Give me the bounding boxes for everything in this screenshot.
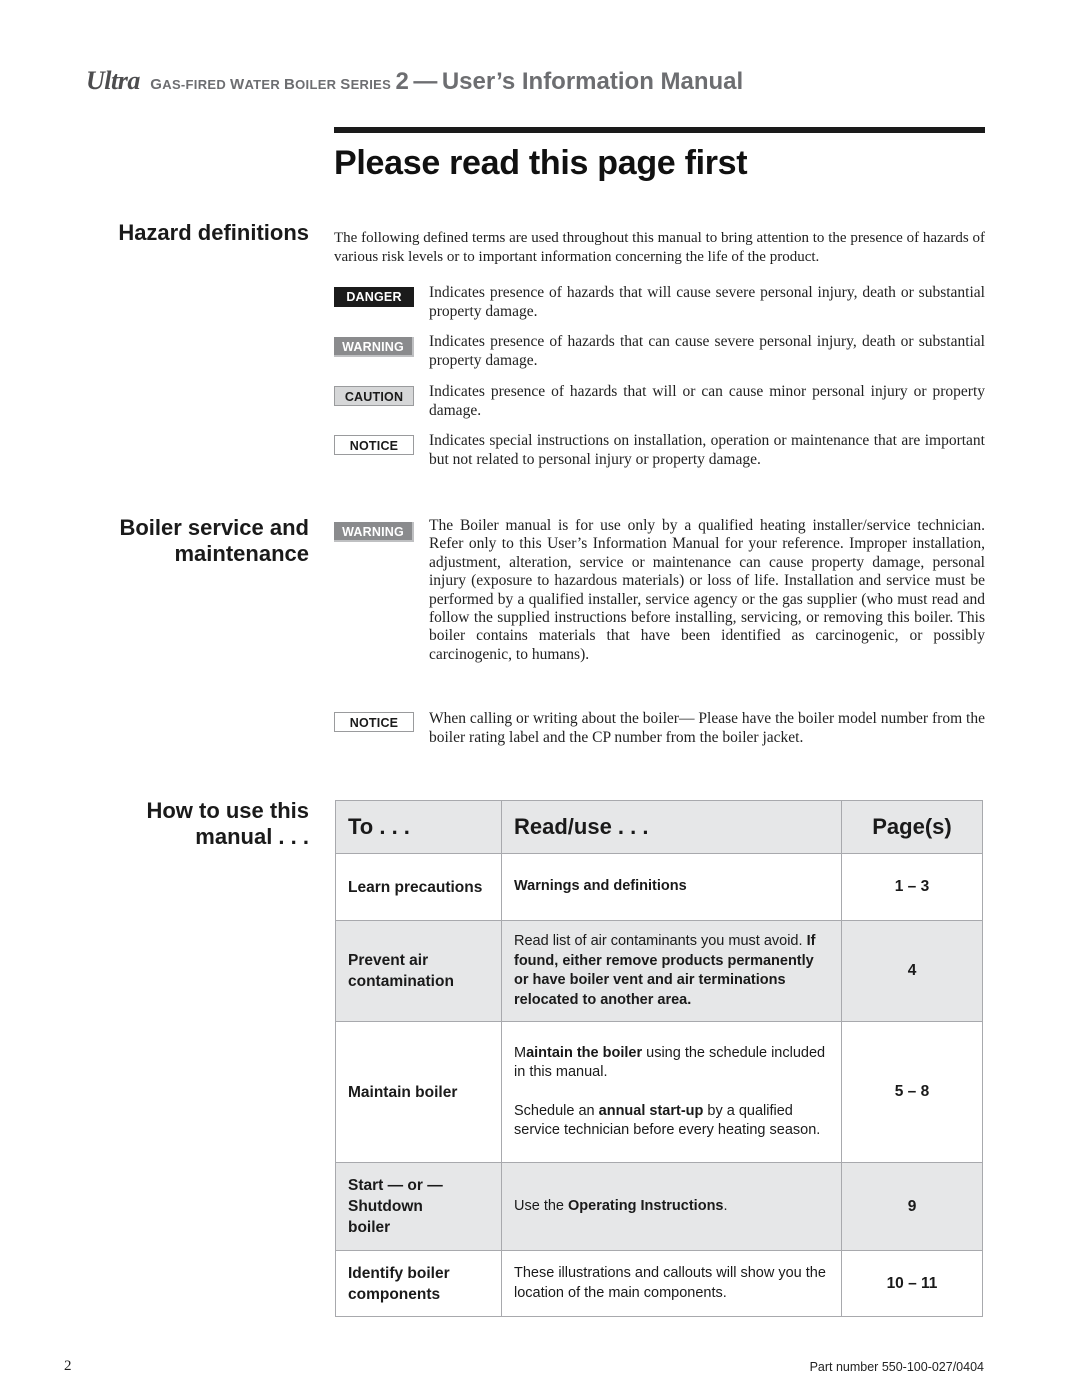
row-pages: 9	[841, 1162, 983, 1251]
column-header-to: To . . .	[335, 800, 502, 854]
notice-badge: NOTICE	[334, 435, 414, 455]
warning-badge: WARNING	[334, 337, 414, 357]
service-warning-badge: WARNING	[334, 522, 414, 542]
row-to: Maintain boiler	[335, 1021, 502, 1163]
hazard-intro: The following defined terms are used thr…	[334, 230, 985, 265]
page-number: 2	[64, 1358, 72, 1374]
table-row: Prevent air contamination Read list of a…	[335, 920, 983, 1022]
caution-definition: Indicates presence of hazards that will …	[429, 383, 985, 419]
row-to: Prevent air contamination	[335, 920, 502, 1022]
series-label: GAS-FIRED WATER BOILER SERIES	[150, 76, 392, 93]
series-number: 2	[395, 68, 409, 95]
manual-title: User’s Information Manual	[441, 68, 744, 95]
row-read-use: These illustrations and callouts will sh…	[501, 1250, 842, 1317]
caution-badge: CAUTION	[334, 386, 414, 406]
how-to-use-table: To . . . Read/use . . . Page(s) Learn pr…	[335, 800, 983, 1317]
boiler-service-heading: Boiler service and maintenance	[119, 515, 309, 566]
row-pages: 4	[841, 920, 983, 1022]
how-to-use-heading: How to use this manual . . .	[146, 798, 309, 849]
service-notice-text: When calling or writing about the boiler…	[429, 710, 985, 746]
service-warning-text: The Boiler manual is for use only by a q…	[429, 517, 985, 663]
row-to: Start — or — Shutdown boiler	[335, 1162, 502, 1251]
row-read-use: Read list of air contaminants you must a…	[501, 920, 842, 1022]
danger-badge: DANGER	[334, 287, 414, 307]
column-header-read-use: Read/use . . .	[501, 800, 842, 854]
row-read-use: Maintain the boiler using the schedule i…	[501, 1021, 842, 1163]
danger-definition: Indicates presence of hazards that will …	[429, 284, 985, 320]
running-header: Ultra GAS-FIRED WATER BOILER SERIES 2 — …	[86, 66, 986, 102]
service-notice-badge: NOTICE	[334, 712, 414, 732]
table-row: Learn precautions Warnings and definitio…	[335, 853, 983, 921]
hazard-definitions-heading: Hazard definitions	[118, 220, 309, 245]
notice-definition: Indicates special instructions on instal…	[429, 432, 985, 468]
table-row: Maintain boiler Maintain the boiler usin…	[335, 1021, 983, 1163]
row-to: Identify boiler components	[335, 1250, 502, 1317]
header-dash: —	[413, 68, 438, 95]
brand-logo: Ultra	[86, 66, 140, 95]
row-to: Learn precautions	[335, 853, 502, 921]
table-row: Identify boiler components These illustr…	[335, 1250, 983, 1317]
table-header-row: To . . . Read/use . . . Page(s)	[335, 800, 983, 854]
row-read-use: Use the Operating Instructions.	[501, 1162, 842, 1251]
column-header-pages: Page(s)	[841, 800, 983, 854]
warning-definition: Indicates presence of hazards that can c…	[429, 333, 985, 369]
row-pages: 1 – 3	[841, 853, 983, 921]
row-read-use: Warnings and definitions	[501, 853, 842, 921]
part-number: Part number 550-100-027/0404	[809, 1360, 984, 1374]
page-title: Please read this page first	[334, 144, 748, 182]
row-pages: 5 – 8	[841, 1021, 983, 1163]
title-rule	[334, 127, 985, 133]
row-pages: 10 – 11	[841, 1250, 983, 1317]
table-row: Start — or — Shutdown boiler Use the Ope…	[335, 1162, 983, 1251]
